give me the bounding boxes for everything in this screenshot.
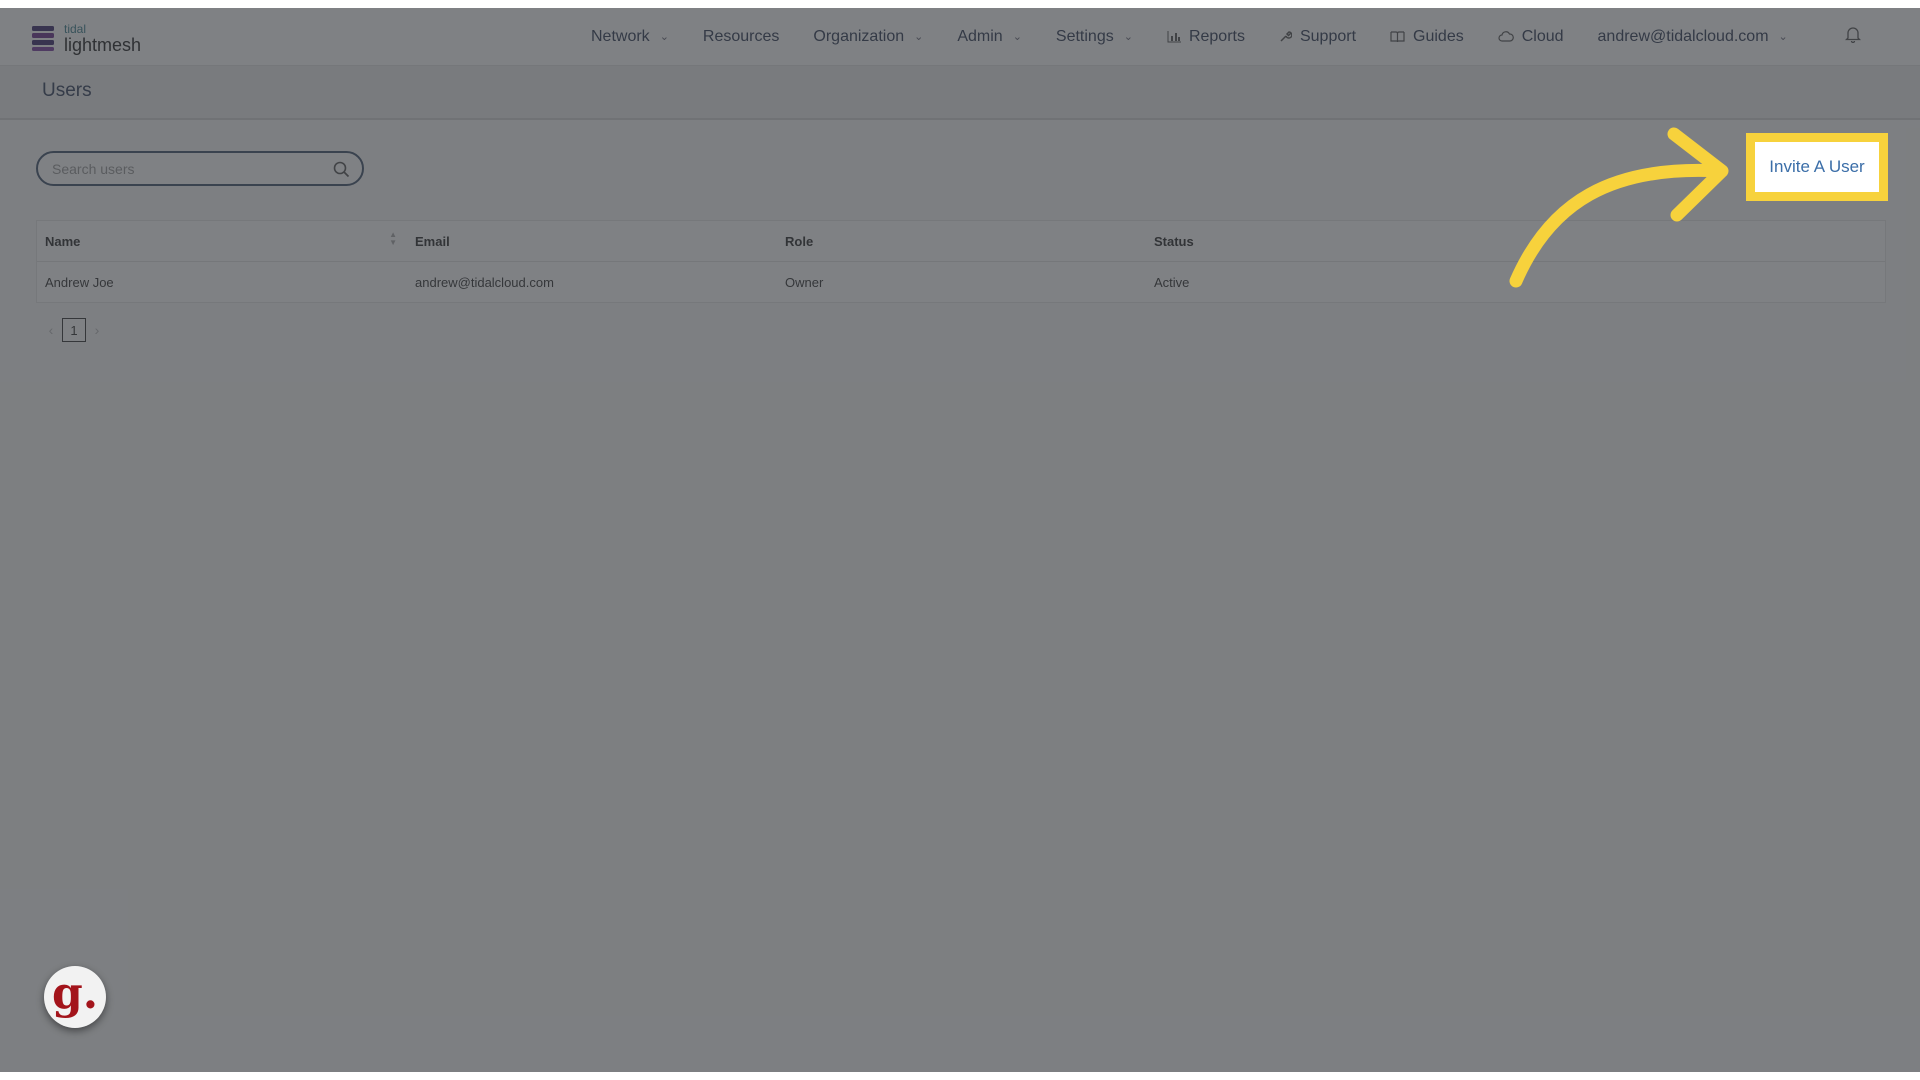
search-users-box[interactable] [36, 151, 364, 186]
user-email: andrew@tidalcloud.com [1597, 27, 1769, 45]
cloud-icon [1498, 31, 1514, 42]
nav-settings[interactable]: Settings ⌄ [1056, 28, 1133, 46]
nav-guides[interactable]: Guides [1390, 28, 1464, 46]
column-header-name[interactable]: Name ▲ ▼ [37, 230, 407, 249]
chevron-left-icon[interactable]: ‹ [40, 322, 62, 338]
nav-guides-label: Guides [1413, 27, 1464, 45]
sort-icon[interactable]: ▲ ▼ [389, 230, 397, 247]
app-frame: tidal lightmesh Network ⌄ Resources Orga… [0, 8, 1920, 1072]
chevron-down-icon: ⌄ [1123, 31, 1133, 43]
search-input[interactable] [50, 160, 324, 178]
nav-admin[interactable]: Admin ⌄ [957, 28, 1022, 46]
bar-chart-icon [1167, 30, 1181, 43]
annotation-arrow-icon [1509, 127, 1729, 288]
assistant-widget-button[interactable]: g. [44, 966, 106, 1028]
page-number-current[interactable]: 1 [62, 318, 86, 342]
book-icon [1390, 30, 1405, 43]
page-title: Users [42, 80, 92, 101]
column-header-role: Role [785, 233, 814, 249]
column-header-email: Email [415, 233, 450, 249]
pagination: ‹ 1 › [40, 318, 108, 342]
nav-support[interactable]: Support [1279, 28, 1356, 46]
nav-network[interactable]: Network ⌄ [591, 28, 669, 46]
brand-logo[interactable]: tidal lightmesh [30, 20, 141, 56]
stacked-layers-icon [32, 26, 54, 51]
page-header: Users [0, 66, 1920, 120]
invite-user-button-spotlight[interactable]: Invite A User [1755, 142, 1879, 192]
nav-organization-label: Organization [813, 27, 905, 45]
column-header-name-label: Name [45, 233, 81, 249]
nav-organization[interactable]: Organization ⌄ [813, 28, 923, 46]
brand-name: lightmesh [64, 34, 142, 55]
nav-support-label: Support [1299, 27, 1357, 45]
cell-name: Andrew Joe [45, 274, 114, 290]
wrench-icon [1279, 30, 1292, 43]
nav-resources-label: Resources [702, 27, 780, 45]
column-header-status: Status [1154, 233, 1194, 249]
top-navigation-bar: tidal lightmesh Network ⌄ Resources Orga… [0, 8, 1920, 66]
nav-reports-label: Reports [1188, 27, 1245, 45]
nav-settings-label: Settings [1055, 27, 1114, 45]
nav-cloud-label: Cloud [1521, 27, 1564, 45]
cell-role: Owner [785, 274, 824, 290]
cell-email: andrew@tidalcloud.com [415, 274, 554, 290]
chevron-down-icon: ⌄ [1778, 31, 1788, 43]
nav-admin-label: Admin [957, 27, 1003, 45]
chevron-down-icon: ⌄ [1012, 31, 1022, 43]
brand-small-text: tidal [64, 21, 87, 36]
chevron-down-icon: ⌄ [659, 31, 669, 43]
nav-reports[interactable]: Reports [1167, 28, 1245, 46]
chevron-down-icon: ⌄ [914, 31, 924, 43]
nav-resources[interactable]: Resources [703, 28, 779, 46]
nav-network-label: Network [591, 27, 650, 45]
main-nav: Network ⌄ Resources Organization ⌄ Admin… [591, 8, 1822, 65]
chevron-right-icon[interactable]: › [86, 322, 108, 338]
widget-letter: g. [51, 967, 99, 1019]
bell-icon[interactable] [1844, 25, 1862, 48]
user-menu[interactable]: andrew@tidalcloud.com ⌄ [1598, 28, 1788, 46]
nav-cloud[interactable]: Cloud [1498, 28, 1564, 46]
cell-status: Active [1154, 274, 1190, 290]
search-icon[interactable] [333, 161, 350, 183]
